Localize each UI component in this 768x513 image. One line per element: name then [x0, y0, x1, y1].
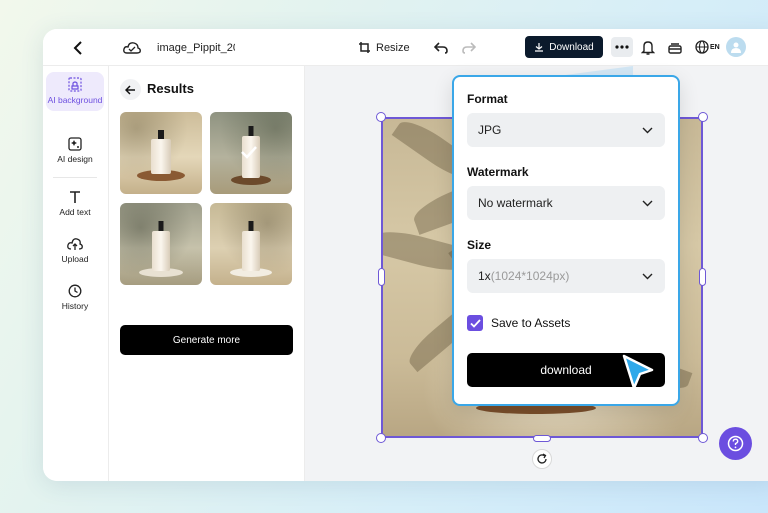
layers-icon	[668, 42, 682, 54]
format-value: JPG	[478, 123, 502, 137]
resize-handle-bottom-left[interactable]	[376, 433, 386, 443]
resize-label: Resize	[376, 41, 410, 54]
size-select[interactable]: 1x(1024*1024px)	[467, 259, 665, 293]
resize-button[interactable]: Resize	[358, 29, 410, 66]
download-button-label: Download	[549, 41, 594, 53]
undo-button[interactable]	[434, 29, 448, 66]
result-thumbnail[interactable]	[210, 112, 292, 194]
results-back-button[interactable]	[120, 79, 141, 100]
resize-handle-right[interactable]	[699, 268, 706, 286]
sidebar-item-label: Add text	[59, 207, 91, 217]
question-icon	[727, 435, 744, 452]
top-bar: image_Pippit_20 Resize Download EN	[43, 29, 768, 66]
upload-icon	[67, 238, 83, 250]
help-button[interactable]	[719, 427, 752, 460]
selected-check-icon	[241, 146, 257, 159]
resize-icon	[359, 42, 370, 53]
cloud-sync-icon[interactable]	[123, 29, 141, 66]
save-to-assets-label: Save to Assets	[491, 316, 571, 330]
redo-icon	[462, 41, 476, 54]
notifications-button[interactable]	[641, 29, 655, 66]
size-value: 1x	[478, 269, 491, 283]
tool-sidebar: AI background AI design Add text Upload …	[43, 66, 109, 481]
download-icon	[535, 43, 544, 52]
sidebar-item-label: AI design	[57, 154, 93, 164]
undo-icon	[434, 41, 448, 54]
ai-background-icon	[68, 77, 82, 92]
size-detail: (1024*1024px)	[490, 269, 570, 283]
chevron-down-icon	[642, 200, 653, 206]
more-options-button[interactable]	[611, 37, 633, 57]
globe-icon	[695, 40, 709, 54]
download-button[interactable]: Download	[525, 36, 603, 58]
text-icon	[70, 191, 80, 203]
rotate-button[interactable]	[532, 449, 552, 469]
chevron-down-icon	[642, 273, 653, 279]
resize-handle-bottom-right[interactable]	[698, 433, 708, 443]
user-icon	[731, 42, 741, 53]
size-value-group: 1x(1024*1024px)	[478, 269, 569, 283]
sidebar-item-label: History	[61, 301, 89, 311]
save-to-assets-checkbox[interactable]	[467, 315, 483, 331]
resize-handle-top-right[interactable]	[698, 112, 708, 122]
resize-handle-bottom[interactable]	[533, 435, 551, 442]
sidebar-item-add-text[interactable]: Add text	[46, 190, 104, 217]
redo-button[interactable]	[462, 29, 476, 66]
format-select[interactable]: JPG	[467, 113, 665, 147]
check-icon	[469, 318, 481, 328]
rotate-icon	[537, 453, 547, 464]
avatar[interactable]	[726, 37, 746, 57]
arrow-left-icon	[125, 84, 135, 95]
watermark-select[interactable]: No watermark	[467, 186, 665, 220]
clock-icon	[68, 284, 82, 298]
result-thumbnail[interactable]	[120, 112, 202, 194]
ai-design-icon	[68, 137, 82, 151]
bell-icon	[641, 41, 655, 55]
language-label: EN	[710, 44, 720, 51]
generate-more-button[interactable]: Generate more	[120, 325, 293, 355]
results-title: Results	[147, 81, 194, 96]
sidebar-item-label: Upload	[61, 254, 89, 264]
chevron-down-icon	[642, 127, 653, 133]
back-button[interactable]	[69, 29, 87, 66]
document-title[interactable]: image_Pippit_20	[157, 29, 235, 66]
sidebar-item-ai-background[interactable]: AI background	[46, 72, 104, 111]
sidebar-item-upload[interactable]: Upload	[46, 237, 104, 264]
watermark-value: No watermark	[478, 196, 553, 210]
editor-window: image_Pippit_20 Resize Download EN AI ba…	[43, 29, 768, 481]
save-to-assets-row[interactable]: Save to Assets	[467, 315, 570, 331]
chevron-left-icon	[73, 40, 82, 55]
size-label: Size	[467, 238, 492, 252]
more-dots-icon	[615, 45, 629, 49]
sidebar-divider	[53, 177, 97, 178]
watermark-label: Watermark	[467, 165, 529, 179]
sidebar-item-history[interactable]: History	[46, 284, 104, 311]
workspace-button[interactable]	[668, 29, 682, 66]
resize-handle-left[interactable]	[378, 268, 385, 286]
resize-handle-top-left[interactable]	[376, 112, 386, 122]
language-button[interactable]: EN	[695, 29, 720, 66]
result-thumbnail[interactable]	[120, 203, 202, 285]
pointer-cursor-icon	[622, 354, 654, 390]
format-label: Format	[467, 92, 508, 106]
result-thumbnail[interactable]	[210, 203, 292, 285]
results-panel: Results Generate more	[109, 66, 305, 481]
sidebar-item-ai-design[interactable]: AI design	[46, 137, 104, 164]
sidebar-item-label: AI background	[47, 95, 103, 105]
